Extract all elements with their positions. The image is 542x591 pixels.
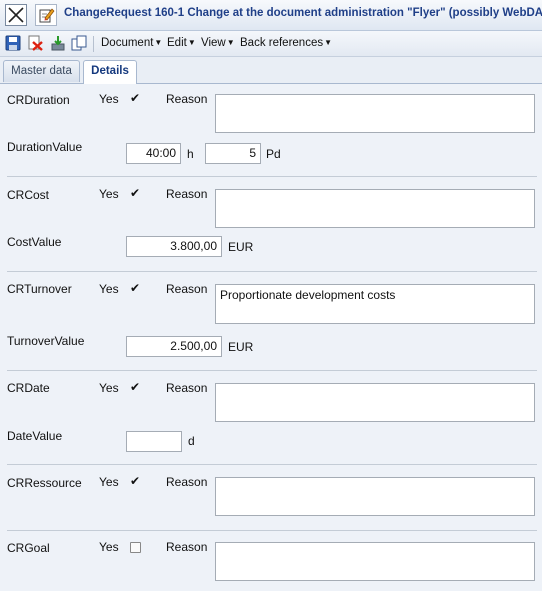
datevalue-label: DateValue xyxy=(7,429,63,443)
costvalue-label: CostValue xyxy=(7,235,62,249)
chevron-down-icon: ▼ xyxy=(154,38,163,47)
crturnover-checkbox[interactable]: ✔ xyxy=(130,282,141,294)
crduration-checkbox[interactable]: ✔ xyxy=(130,92,141,104)
chevron-down-icon: ▼ xyxy=(324,38,333,47)
crduration-reason-field[interactable] xyxy=(215,94,535,133)
chevron-down-icon: ▼ xyxy=(226,38,235,47)
crdate-reason-label: Reason xyxy=(166,381,208,395)
crcost-checkbox[interactable]: ✔ xyxy=(130,187,141,199)
details-panel: CRDuration Yes ✔ Reason DurationValue 40… xyxy=(0,84,542,591)
menu-edit-label: Edit xyxy=(167,37,187,49)
menu-view[interactable]: View▼ xyxy=(201,37,235,49)
crduration-yes-label: Yes xyxy=(99,92,119,106)
save-icon[interactable] xyxy=(5,35,21,51)
crgoal-yes-label: Yes xyxy=(99,540,119,554)
crcost-label: CRCost xyxy=(7,188,50,202)
copy-icon[interactable] xyxy=(71,35,87,51)
toolbar: Document▼ Edit▼ View▼ Back references▼ xyxy=(0,31,542,57)
close-icon[interactable] xyxy=(5,4,27,26)
crdate-reason-field[interactable] xyxy=(215,383,535,422)
section-divider xyxy=(7,370,537,371)
crcost-yes-label: Yes xyxy=(99,187,119,201)
duration-pd-unit: Pd xyxy=(266,147,281,161)
window-titlebar: ChangeRequest 160-1 Change at the docume… xyxy=(0,0,542,31)
crcost-reason-field[interactable] xyxy=(215,189,535,228)
turnovervalue-unit: EUR xyxy=(228,340,254,354)
window-title: ChangeRequest 160-1 Change at the docume… xyxy=(64,7,542,19)
duration-hours-input[interactable]: 40:00 xyxy=(126,143,181,164)
section-divider xyxy=(7,464,537,465)
menu-back-references[interactable]: Back references▼ xyxy=(240,37,332,49)
crgoal-reason-label: Reason xyxy=(166,540,208,554)
crdate-label: CRDate xyxy=(7,381,50,395)
durationvalue-label: DurationValue xyxy=(7,140,83,154)
menu-document[interactable]: Document▼ xyxy=(101,37,162,49)
crgoal-label: CRGoal xyxy=(7,541,50,555)
datevalue-input[interactable] xyxy=(126,431,182,452)
tab-details[interactable]: Details xyxy=(83,60,137,84)
costvalue-unit: EUR xyxy=(228,240,254,254)
import-icon[interactable] xyxy=(50,35,66,51)
crdate-yes-label: Yes xyxy=(99,381,119,395)
crturnover-yes-label: Yes xyxy=(99,282,119,296)
crgoal-reason-field[interactable] xyxy=(215,542,535,581)
menu-back-references-label: Back references xyxy=(240,37,324,49)
turnovervalue-input[interactable]: 2.500,00 xyxy=(126,336,222,357)
crressource-reason-label: Reason xyxy=(166,475,208,489)
duration-hours-unit: h xyxy=(187,147,194,161)
section-divider xyxy=(7,530,537,531)
tab-master-data[interactable]: Master data xyxy=(3,60,80,82)
crressource-checkbox[interactable]: ✔ xyxy=(130,475,141,487)
edit-document-icon[interactable] xyxy=(35,4,57,26)
section-divider xyxy=(7,176,537,177)
crgoal-checkbox[interactable] xyxy=(130,542,141,553)
menu-view-label: View xyxy=(201,37,226,49)
crressource-yes-label: Yes xyxy=(99,475,119,489)
crduration-reason-label: Reason xyxy=(166,92,208,106)
tab-bar: Master data Details xyxy=(0,57,542,84)
crturnover-reason-label: Reason xyxy=(166,282,208,296)
crturnover-label: CRTurnover xyxy=(7,282,72,296)
crressource-reason-field[interactable] xyxy=(215,477,535,516)
menu-edit[interactable]: Edit▼ xyxy=(167,37,196,49)
costvalue-input[interactable]: 3.800,00 xyxy=(126,236,222,257)
datevalue-unit: d xyxy=(188,434,195,448)
toolbar-separator xyxy=(93,36,94,52)
turnovervalue-label: TurnoverValue xyxy=(7,334,85,348)
delete-icon[interactable] xyxy=(27,35,43,51)
section-divider xyxy=(7,271,537,272)
crturnover-reason-field[interactable]: Proportionate development costs xyxy=(215,284,535,324)
chevron-down-icon: ▼ xyxy=(187,38,196,47)
menu-document-label: Document xyxy=(101,37,154,49)
duration-pd-input[interactable]: 5 xyxy=(205,143,261,164)
crduration-label: CRDuration xyxy=(7,93,70,107)
crdate-checkbox[interactable]: ✔ xyxy=(130,381,141,393)
crressource-label: CRRessource xyxy=(7,476,82,490)
crcost-reason-label: Reason xyxy=(166,187,208,201)
